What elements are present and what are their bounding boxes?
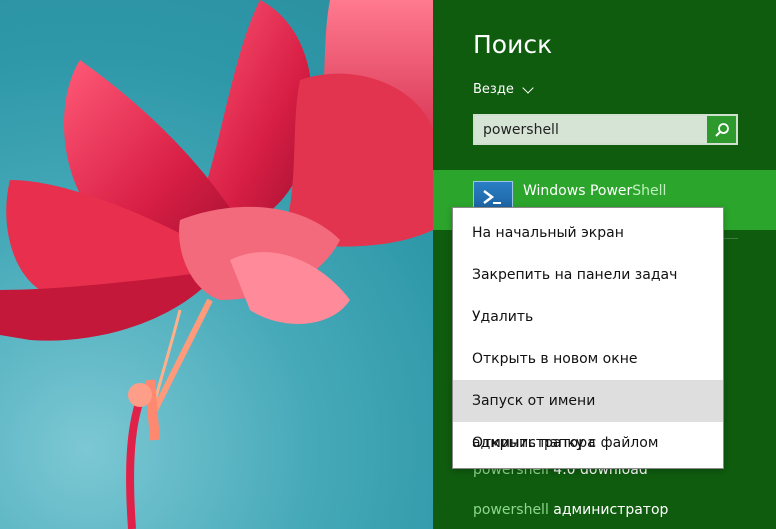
search-scope-label: Везде <box>473 82 514 97</box>
context-menu: На начальный экран Закрепить на панели з… <box>452 207 724 469</box>
desktop-wallpaper <box>0 0 433 529</box>
search-input[interactable] <box>475 116 721 143</box>
menu-item-pin-to-start[interactable]: На начальный экран <box>453 212 723 254</box>
search-box <box>473 114 738 145</box>
result-label-highlight: Shell <box>632 183 667 199</box>
search-icon <box>714 122 729 137</box>
menu-item-open-new-window[interactable]: Открыть в новом окне <box>453 338 723 380</box>
flower-image <box>0 0 433 529</box>
search-suggestion[interactable]: powershell администратор <box>473 502 668 518</box>
search-button[interactable] <box>707 116 736 143</box>
menu-item-run-as-admin[interactable]: Запуск от имени администратора <box>453 380 723 451</box>
menu-item-pin-to-taskbar[interactable]: Закрепить на панели задач <box>453 254 723 296</box>
result-label-prefix: Windows Power <box>523 183 633 199</box>
search-title: Поиск <box>473 30 553 59</box>
menu-item-open-file-location[interactable]: Открыть папку с файлом <box>453 422 723 464</box>
menu-item-uninstall[interactable]: Удалить <box>453 296 723 338</box>
search-result-label: Windows PowerShell <box>523 183 666 199</box>
search-scope-dropdown[interactable]: Везде <box>473 81 534 97</box>
suggestion-match: powershell <box>473 502 549 518</box>
chevron-down-icon <box>522 81 534 94</box>
suggestion-rest: администратор <box>548 502 669 518</box>
